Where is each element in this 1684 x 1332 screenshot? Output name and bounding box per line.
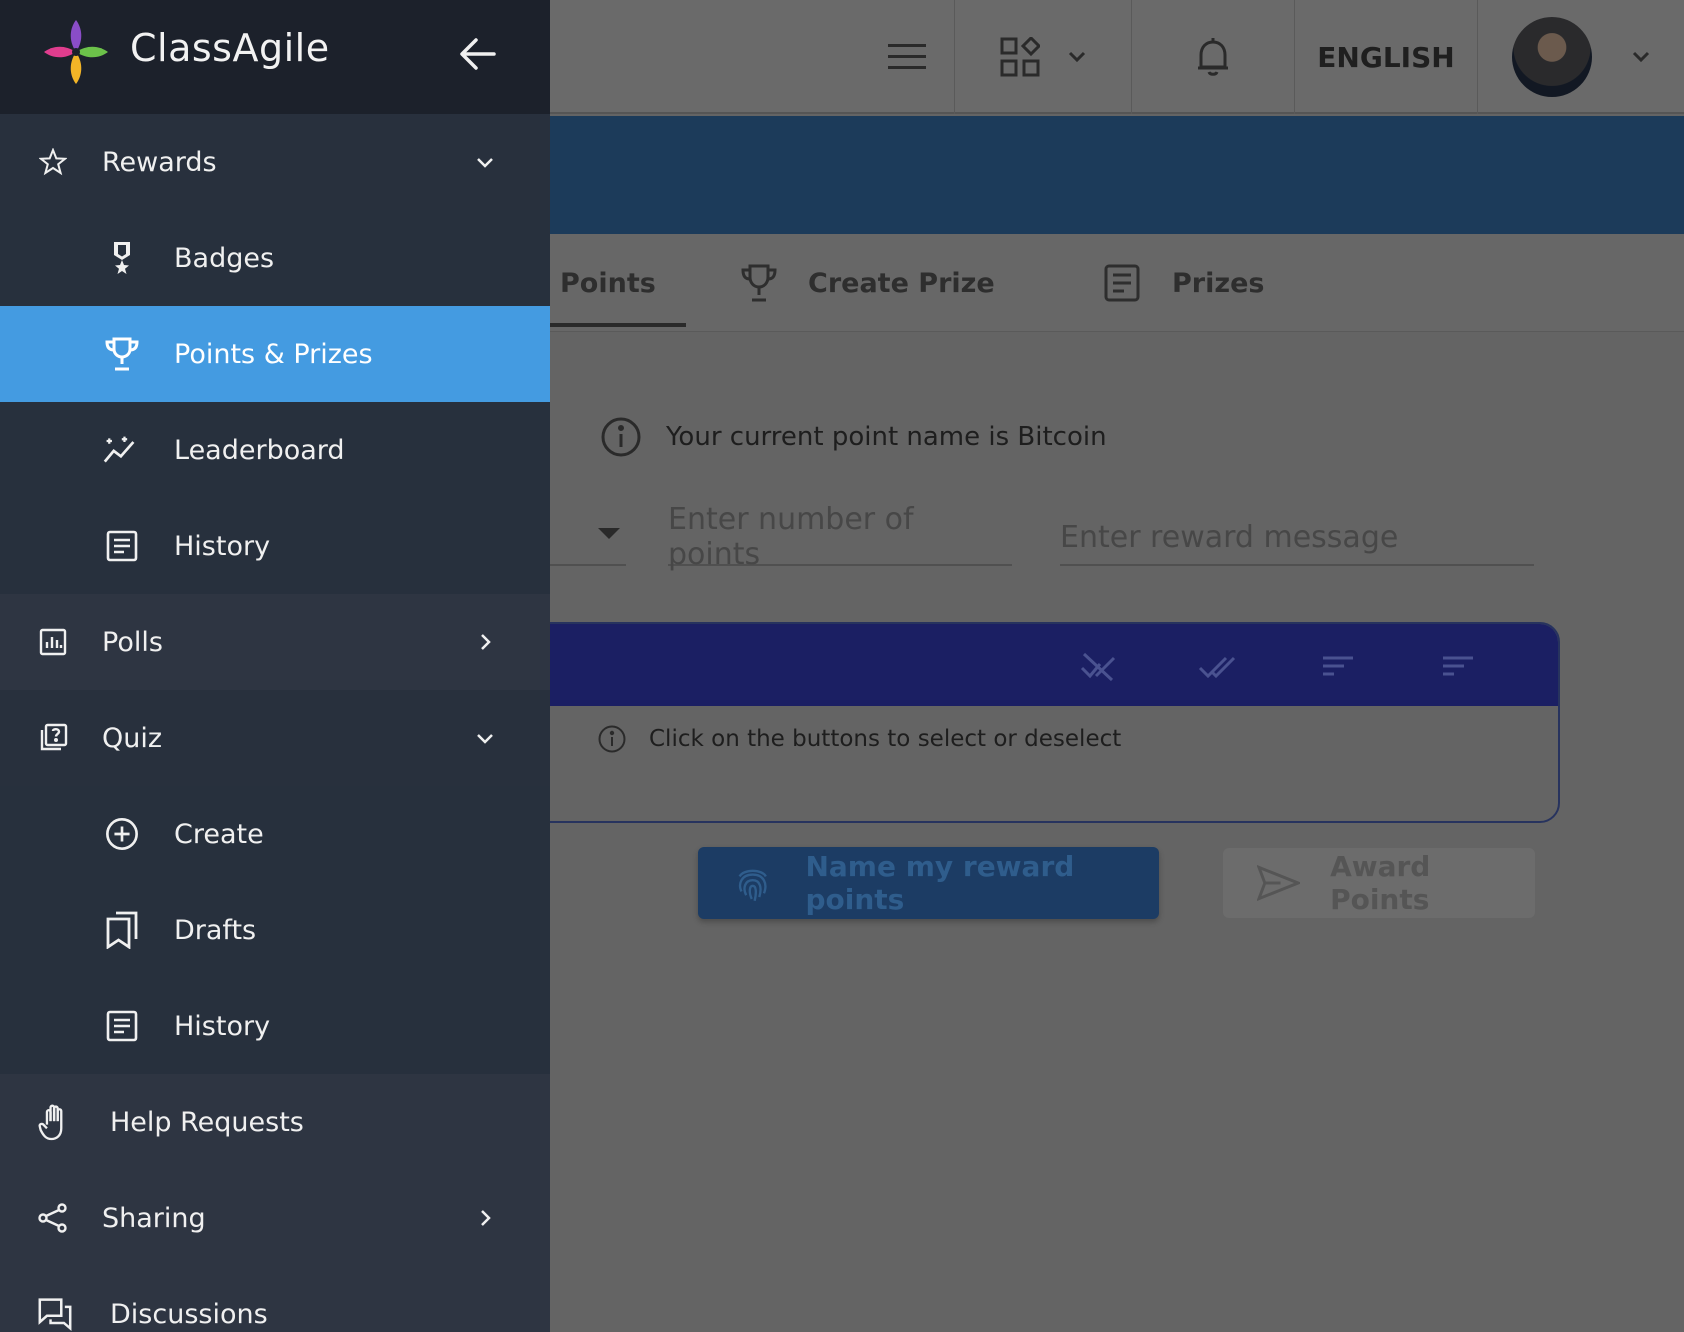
hand-icon [38, 1104, 72, 1141]
sidebar-item-rewards-history[interactable]: History [0, 498, 550, 594]
tab-label: Prizes [1172, 267, 1265, 299]
chat-icon [38, 1297, 72, 1332]
poll-icon [36, 625, 70, 659]
sidebar-item-quiz[interactable]: Quiz [0, 690, 550, 786]
sidebar-header: ClassAgile [0, 0, 550, 114]
send-icon [1257, 864, 1301, 902]
tab-label: Create Prize [808, 267, 995, 299]
deselect-all-icon[interactable] [1078, 646, 1118, 686]
name-button-label: Name my reward points [805, 850, 1075, 916]
chevron-down-icon [1068, 51, 1086, 63]
select-all-icon[interactable] [1198, 646, 1238, 686]
brand-name: ClassAgile [130, 26, 330, 70]
chart-sparkle-icon [103, 433, 137, 467]
apps-menu-button[interactable] [955, 0, 1131, 114]
sidebar-item-quiz-history[interactable]: History [0, 978, 550, 1074]
sidebar-item-leaderboard[interactable]: Leaderboard [0, 402, 550, 498]
chevron-down-icon [477, 158, 493, 168]
sidebar-item-label: Polls [102, 626, 163, 658]
apps-grid-icon [1000, 37, 1040, 77]
sidebar-item-label: Sharing [102, 1202, 206, 1234]
language-selector[interactable]: ENGLISH [1295, 0, 1477, 114]
sidebar-item-label: History [174, 530, 271, 562]
selection-toolbar [482, 624, 1558, 706]
fingerprint-icon [738, 869, 767, 902]
tab-points[interactable]: Points [540, 234, 656, 332]
sidebar-item-discussions[interactable]: Discussions [0, 1266, 550, 1332]
user-menu[interactable] [1478, 0, 1684, 114]
badge-icon [105, 241, 139, 275]
points-placeholder: Enter number of points [668, 502, 914, 572]
filter-sort-icon[interactable] [1438, 646, 1478, 686]
quiz-icon [36, 721, 70, 755]
sidebar-item-label: History [174, 1010, 271, 1042]
award-points-button[interactable]: Award Points [1223, 848, 1535, 918]
sidebar-item-label: Rewards [102, 146, 217, 178]
sidebar-item-quiz-drafts[interactable]: Drafts [0, 882, 550, 978]
avatar [1512, 17, 1592, 97]
sidebar-item-badges[interactable]: Badges [0, 210, 550, 306]
arrow-left-icon[interactable] [458, 34, 498, 74]
student-selection-panel: Click on the buttons to select or desele… [480, 622, 1560, 823]
sidebar: ClassAgile Rewards Badges Points & Prize… [0, 0, 550, 1332]
chevron-right-icon [481, 1210, 491, 1226]
sidebar-item-label: Discussions [110, 1298, 268, 1330]
sidebar-item-rewards[interactable]: Rewards [0, 114, 550, 210]
bookmarks-icon [105, 911, 139, 949]
recipient-dropdown-underline [540, 564, 626, 566]
sidebar-item-sharing[interactable]: Sharing [0, 1170, 550, 1266]
info-icon [598, 725, 626, 753]
selection-hint: Click on the buttons to select or desele… [482, 706, 1558, 754]
sidebar-item-quiz-create[interactable]: Create [0, 786, 550, 882]
sidebar-item-label: Quiz [102, 722, 163, 754]
info-icon [601, 417, 641, 457]
chevron-down-icon [1632, 51, 1650, 63]
bell-icon [1198, 38, 1228, 76]
sidebar-item-label: Points & Prizes [174, 338, 373, 370]
notifications-button[interactable] [1132, 0, 1294, 114]
menu-button[interactable] [860, 0, 954, 114]
selection-hint-text: Click on the buttons to select or desele… [649, 726, 1122, 752]
sidebar-item-label: Help Requests [110, 1106, 304, 1138]
active-tab-indicator [550, 323, 686, 327]
share-icon [36, 1201, 70, 1235]
sidebar-item-label: Create [174, 818, 264, 850]
tab-label: Points [560, 267, 656, 299]
sidebar-item-polls[interactable]: Polls [0, 594, 550, 690]
trophy-icon [105, 337, 139, 371]
plus-circle-icon [105, 817, 139, 851]
sidebar-item-label: Badges [174, 242, 275, 274]
tab-prizes[interactable]: Prizes [1104, 234, 1264, 332]
hamburger-icon [888, 44, 926, 69]
sidebar-item-label: Drafts [174, 914, 257, 946]
reward-message-input[interactable]: Enter reward message [1060, 510, 1534, 566]
point-name-info: Your current point name is Bitcoin [600, 416, 1107, 458]
points-input[interactable]: Enter number of points [668, 502, 1012, 572]
message-placeholder: Enter reward message [1060, 519, 1399, 555]
classagile-logo-icon [44, 20, 108, 84]
chevron-right-icon [481, 634, 491, 650]
list-doc-icon [1104, 264, 1140, 302]
sidebar-item-label: Leaderboard [174, 434, 345, 466]
list-doc-icon [105, 529, 139, 563]
star-icon [36, 145, 70, 179]
chevron-down-icon [477, 734, 493, 744]
trophy-icon [741, 264, 777, 302]
tab-create-prize[interactable]: Create Prize [740, 234, 995, 332]
recipient-dropdown-arrow[interactable] [598, 528, 620, 539]
sort-icon[interactable] [1318, 646, 1358, 686]
point-name-text: Your current point name is Bitcoin [666, 422, 1107, 452]
sidebar-item-help-requests[interactable]: Help Requests [0, 1074, 550, 1170]
sidebar-item-points-prizes[interactable]: Points & Prizes [0, 306, 550, 402]
list-doc-icon [105, 1009, 139, 1043]
name-reward-points-button[interactable]: Name my reward points [698, 847, 1159, 919]
award-button-label: Award Points [1330, 850, 1431, 916]
